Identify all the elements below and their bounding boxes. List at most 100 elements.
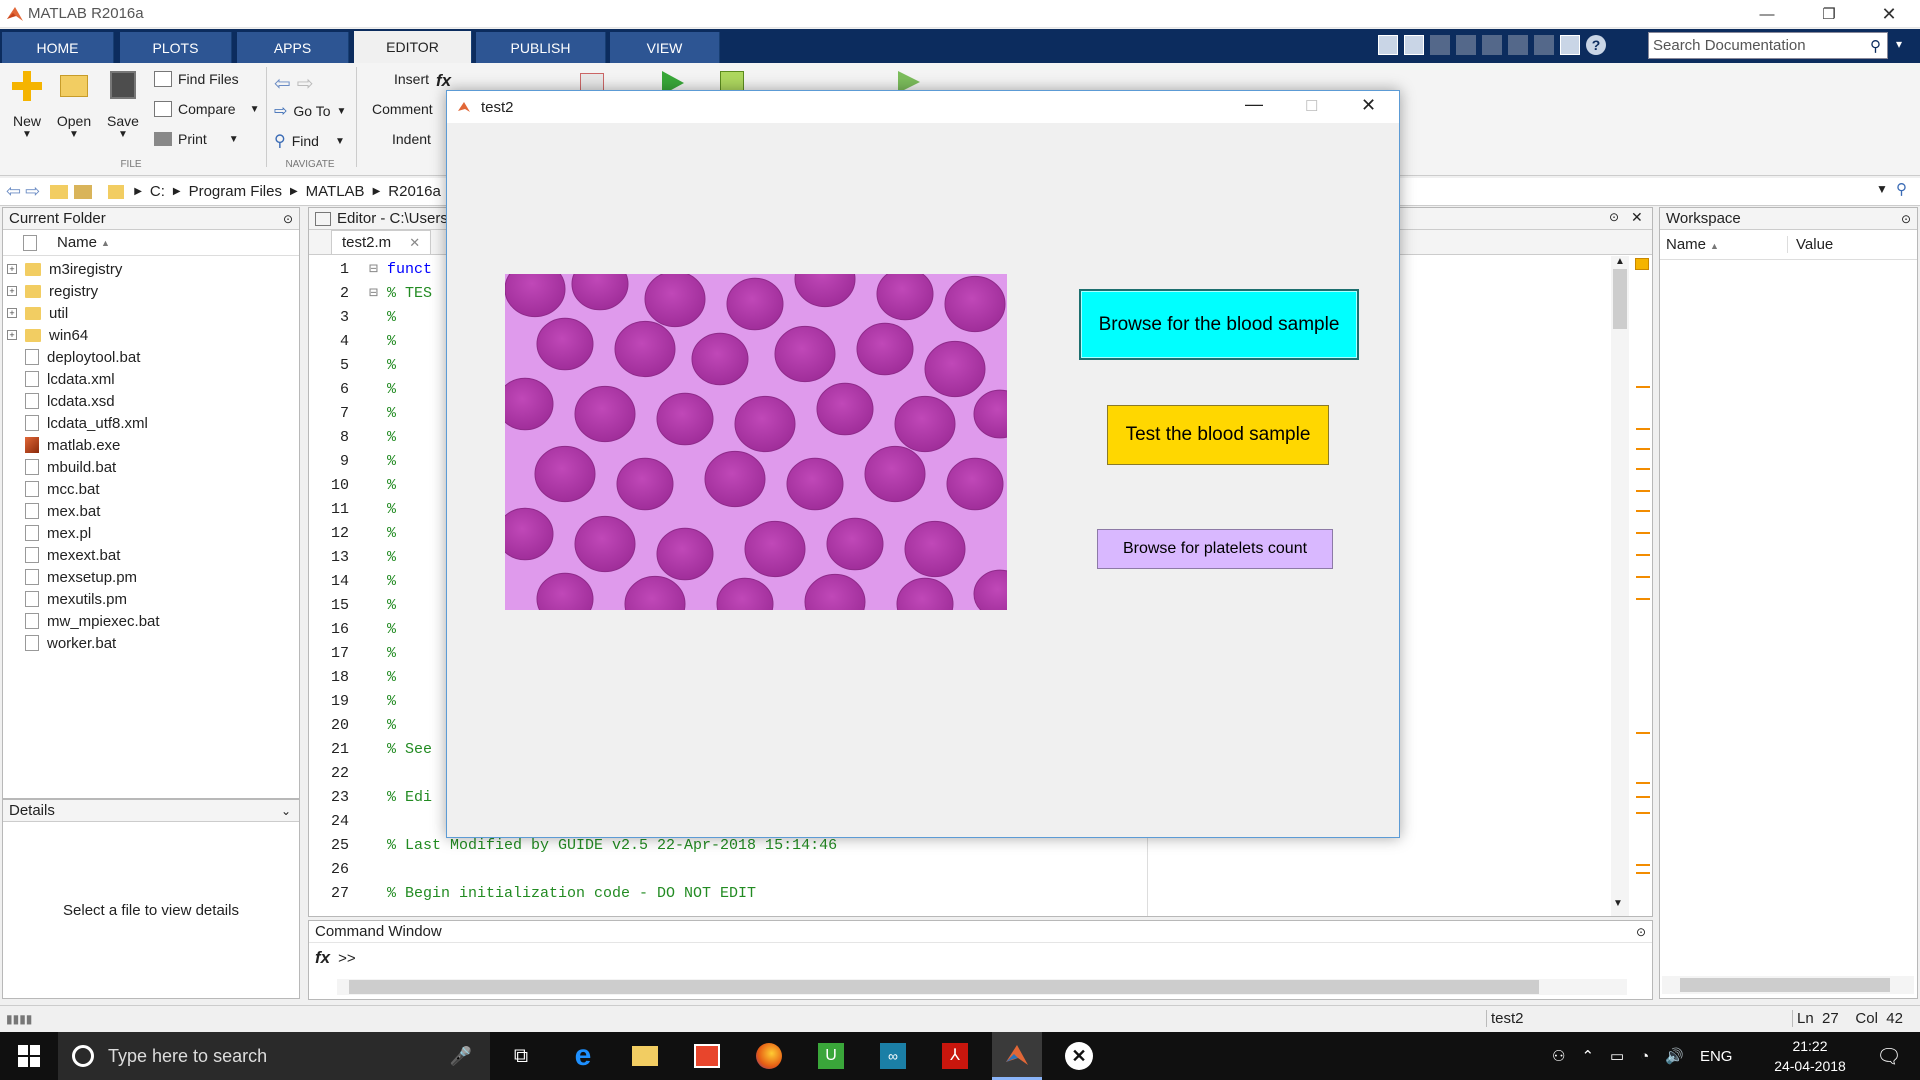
- tab-home[interactable]: HOME: [2, 32, 114, 63]
- compare-button[interactable]: Compare ▼: [154, 101, 260, 117]
- file-item[interactable]: mex.pl: [3, 522, 299, 544]
- line-number[interactable]: 6: [309, 378, 369, 402]
- up-folder-icon[interactable]: [50, 184, 69, 199]
- language-indicator[interactable]: ENG: [1700, 1048, 1733, 1065]
- figure-maximize-button[interactable]: ☐: [1305, 97, 1318, 115]
- minimize-button[interactable]: —: [1744, 0, 1790, 28]
- file-item[interactable]: matlab.exe: [3, 434, 299, 456]
- address-dropdown-icon[interactable]: ▼: [1876, 182, 1888, 196]
- line-number[interactable]: 15: [309, 594, 369, 618]
- command-horizontal-scrollbar[interactable]: [337, 979, 1627, 995]
- line-number[interactable]: 22: [309, 762, 369, 786]
- browse-folder-icon[interactable]: [74, 184, 93, 199]
- battery-icon[interactable]: ▭: [1610, 1047, 1624, 1065]
- fx-icon[interactable]: fx: [315, 948, 330, 968]
- expand-icon[interactable]: +: [7, 330, 17, 340]
- new-button[interactable]: New ▼: [10, 71, 44, 140]
- matlab-taskbar-icon[interactable]: [992, 1032, 1042, 1080]
- save-icon[interactable]: [1404, 35, 1424, 55]
- file-item[interactable]: mexsetup.pm: [3, 566, 299, 588]
- line-number[interactable]: 16: [309, 618, 369, 642]
- warning-marker[interactable]: [1636, 872, 1650, 874]
- upwork-icon[interactable]: U: [806, 1032, 856, 1080]
- people-icon[interactable]: ⚇: [1552, 1047, 1565, 1065]
- expand-icon[interactable]: +: [7, 286, 17, 296]
- crumb-program-files[interactable]: Program Files: [189, 183, 282, 200]
- line-number[interactable]: 2: [309, 282, 369, 306]
- expand-icon[interactable]: +: [7, 308, 17, 318]
- warning-marker[interactable]: [1636, 428, 1650, 430]
- network-icon[interactable]: ◔: [1640, 1048, 1649, 1065]
- switch-windows-icon[interactable]: [1560, 35, 1580, 55]
- search-documentation-field[interactable]: Search Documentation ⚲: [1648, 32, 1888, 59]
- code-line[interactable]: 27 % Begin initialization code - DO NOT E…: [309, 882, 1652, 906]
- warning-marker[interactable]: [1636, 732, 1650, 734]
- editor-actions-icon[interactable]: ⊙: [1609, 210, 1619, 224]
- line-number[interactable]: 27: [309, 882, 369, 906]
- warning-marker[interactable]: [1636, 812, 1650, 814]
- cut-icon[interactable]: [1430, 35, 1450, 55]
- volume-icon[interactable]: 🔊: [1665, 1047, 1684, 1065]
- line-number[interactable]: 5: [309, 354, 369, 378]
- warning-marker[interactable]: [1636, 796, 1650, 798]
- firefox-icon[interactable]: [744, 1032, 794, 1080]
- forward-icon[interactable]: ⇨: [25, 181, 40, 202]
- editor-vertical-scrollbar[interactable]: ▲ ▼: [1611, 256, 1629, 916]
- panel-actions-icon[interactable]: ⊙: [283, 212, 293, 226]
- action-center-icon[interactable]: 🗨: [1864, 1032, 1914, 1080]
- warning-marker[interactable]: [1636, 576, 1650, 578]
- file-item[interactable]: mexext.bat: [3, 544, 299, 566]
- layout-icon[interactable]: [1378, 35, 1398, 55]
- start-button[interactable]: [4, 1032, 54, 1080]
- taskbar-search-box[interactable]: Type here to search 🎤: [58, 1032, 490, 1080]
- warning-marker[interactable]: [1636, 490, 1650, 492]
- crumb-c[interactable]: C:: [150, 183, 165, 200]
- address-search-icon[interactable]: ⚲: [1896, 180, 1907, 198]
- line-number[interactable]: 24: [309, 810, 369, 834]
- line-number[interactable]: 14: [309, 570, 369, 594]
- arduino-icon[interactable]: ∞: [868, 1032, 918, 1080]
- show-hidden-icons[interactable]: ⌃: [1581, 1047, 1594, 1065]
- line-number[interactable]: 3: [309, 306, 369, 330]
- line-number[interactable]: 12: [309, 522, 369, 546]
- warning-marker[interactable]: [1636, 864, 1650, 866]
- file-explorer-icon[interactable]: [620, 1032, 670, 1080]
- warning-marker[interactable]: [1636, 532, 1650, 534]
- command-actions-icon[interactable]: ⊙: [1636, 925, 1646, 939]
- editor-close-icon[interactable]: ✕: [1631, 209, 1643, 226]
- file-item[interactable]: deploytool.bat: [3, 346, 299, 368]
- file-item[interactable]: lcdata_utf8.xml: [3, 412, 299, 434]
- line-number[interactable]: 4: [309, 330, 369, 354]
- line-number[interactable]: 10: [309, 474, 369, 498]
- file-item[interactable]: mexutils.pm: [3, 588, 299, 610]
- test-blood-sample-button[interactable]: Test the blood sample: [1107, 405, 1329, 465]
- scrollbar-thumb[interactable]: [1613, 269, 1627, 329]
- acrobat-icon[interactable]: ⅄: [930, 1032, 980, 1080]
- file-item[interactable]: lcdata.xsd: [3, 390, 299, 412]
- insert-button[interactable]: Insert: [394, 71, 429, 87]
- help-icon[interactable]: ?: [1586, 35, 1606, 55]
- indent-button[interactable]: Indent: [392, 131, 431, 147]
- workspace-value-column[interactable]: Value: [1788, 236, 1833, 253]
- warning-marker[interactable]: [1636, 386, 1650, 388]
- file-item[interactable]: mcc.bat: [3, 478, 299, 500]
- folder-item[interactable]: + registry: [3, 280, 299, 302]
- find-button[interactable]: ⚲ Find ▼: [274, 131, 345, 151]
- code-line[interactable]: 26: [309, 858, 1652, 882]
- close-button[interactable]: ✕: [1866, 0, 1912, 28]
- scrollbar-thumb[interactable]: [349, 980, 1539, 994]
- edge-icon[interactable]: e: [558, 1032, 608, 1080]
- tab-plots[interactable]: PLOTS: [120, 32, 232, 63]
- warning-marker[interactable]: [1636, 782, 1650, 784]
- print-button[interactable]: Print ▼: [154, 131, 239, 147]
- workspace-actions-icon[interactable]: ⊙: [1901, 212, 1911, 226]
- file-item[interactable]: lcdata.xml: [3, 368, 299, 390]
- undo-icon[interactable]: [1508, 35, 1528, 55]
- fx-icon[interactable]: fx: [436, 71, 451, 91]
- line-number[interactable]: 18: [309, 666, 369, 690]
- figure-close-button[interactable]: ✕: [1361, 95, 1376, 116]
- editor-file-tab[interactable]: test2.m ✕: [331, 230, 432, 254]
- task-view-icon[interactable]: ⧉: [496, 1032, 546, 1080]
- warning-marker[interactable]: [1636, 468, 1650, 470]
- tab-view[interactable]: VIEW: [610, 32, 720, 63]
